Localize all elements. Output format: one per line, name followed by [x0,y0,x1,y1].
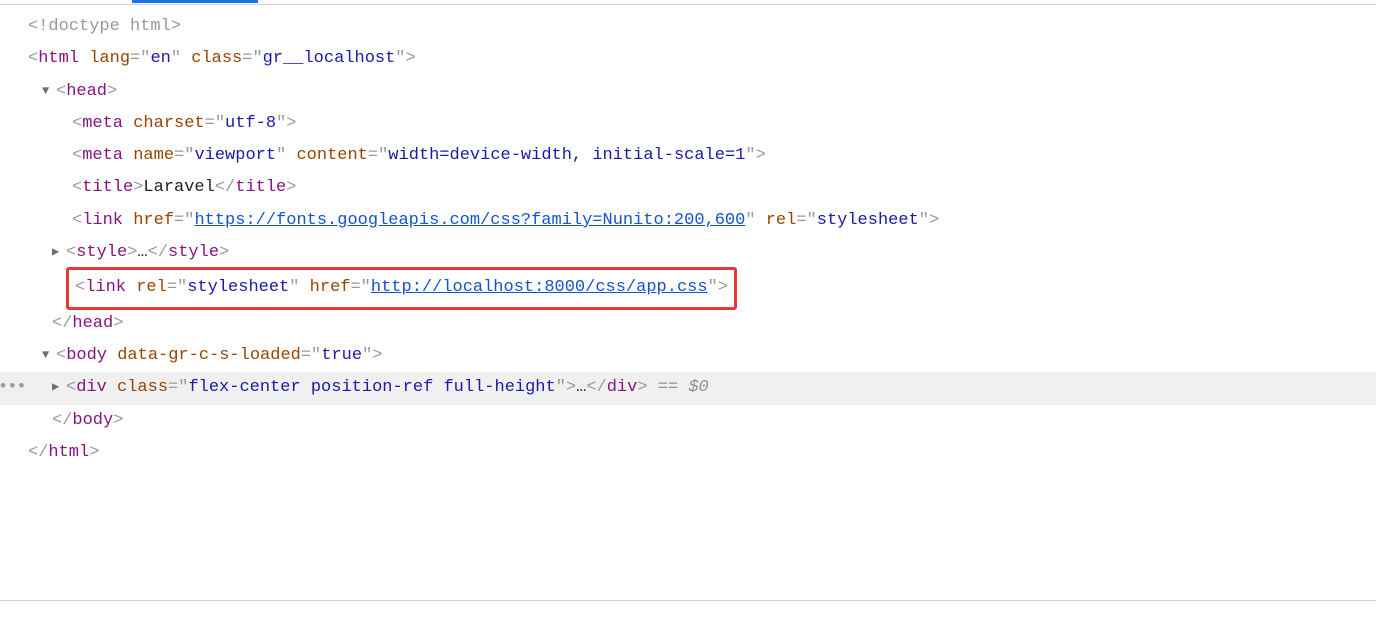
head-open-tag[interactable]: ▼<head> [0,76,1376,108]
active-tab-indicator [132,0,258,3]
doctype-line[interactable]: <!doctype html> [0,11,1376,43]
link-app-css[interactable]: <link rel="stylesheet" href="http://loca… [0,269,1376,307]
bottom-bar [0,600,1376,620]
title-tag[interactable]: <title>Laravel</title> [0,172,1376,204]
selected-div-line[interactable]: ••• ▶<div class="flex-center position-re… [0,372,1376,404]
head-close-tag[interactable]: </head> [0,308,1376,340]
chevron-down-icon[interactable]: ▼ [42,344,54,367]
style-collapsed[interactable]: ▶<style>…</style> [0,237,1376,269]
meta-viewport[interactable]: <meta name="viewport" content="width=dev… [0,140,1376,172]
body-close-tag[interactable]: </body> [0,405,1376,437]
app-css-url-link[interactable]: http://localhost:8000/css/app.css [371,278,708,297]
html-open-tag[interactable]: <html lang="en" class="gr__localhost"> [0,43,1376,75]
dom-tree: <!doctype html> <html lang="en" class="g… [0,5,1376,489]
selection-marker: == $0 [648,378,709,397]
tab-strip [0,0,1376,4]
link-fonts[interactable]: <link href="https://fonts.googleapis.com… [0,205,1376,237]
font-url-link[interactable]: https://fonts.googleapis.com/css?family=… [194,211,745,230]
body-open-tag[interactable]: ▼<body data-gr-c-s-loaded="true"> [0,340,1376,372]
meta-charset[interactable]: <meta charset="utf-8"> [0,108,1376,140]
gutter-dots-icon: ••• [0,372,26,404]
chevron-right-icon[interactable]: ▶ [52,376,64,399]
doctype-text: <!doctype html> [28,17,181,36]
html-close-tag[interactable]: </html> [0,437,1376,469]
highlight-box: <link rel="stylesheet" href="http://loca… [66,267,737,309]
chevron-down-icon[interactable]: ▼ [42,80,54,103]
chevron-right-icon[interactable]: ▶ [52,241,64,264]
